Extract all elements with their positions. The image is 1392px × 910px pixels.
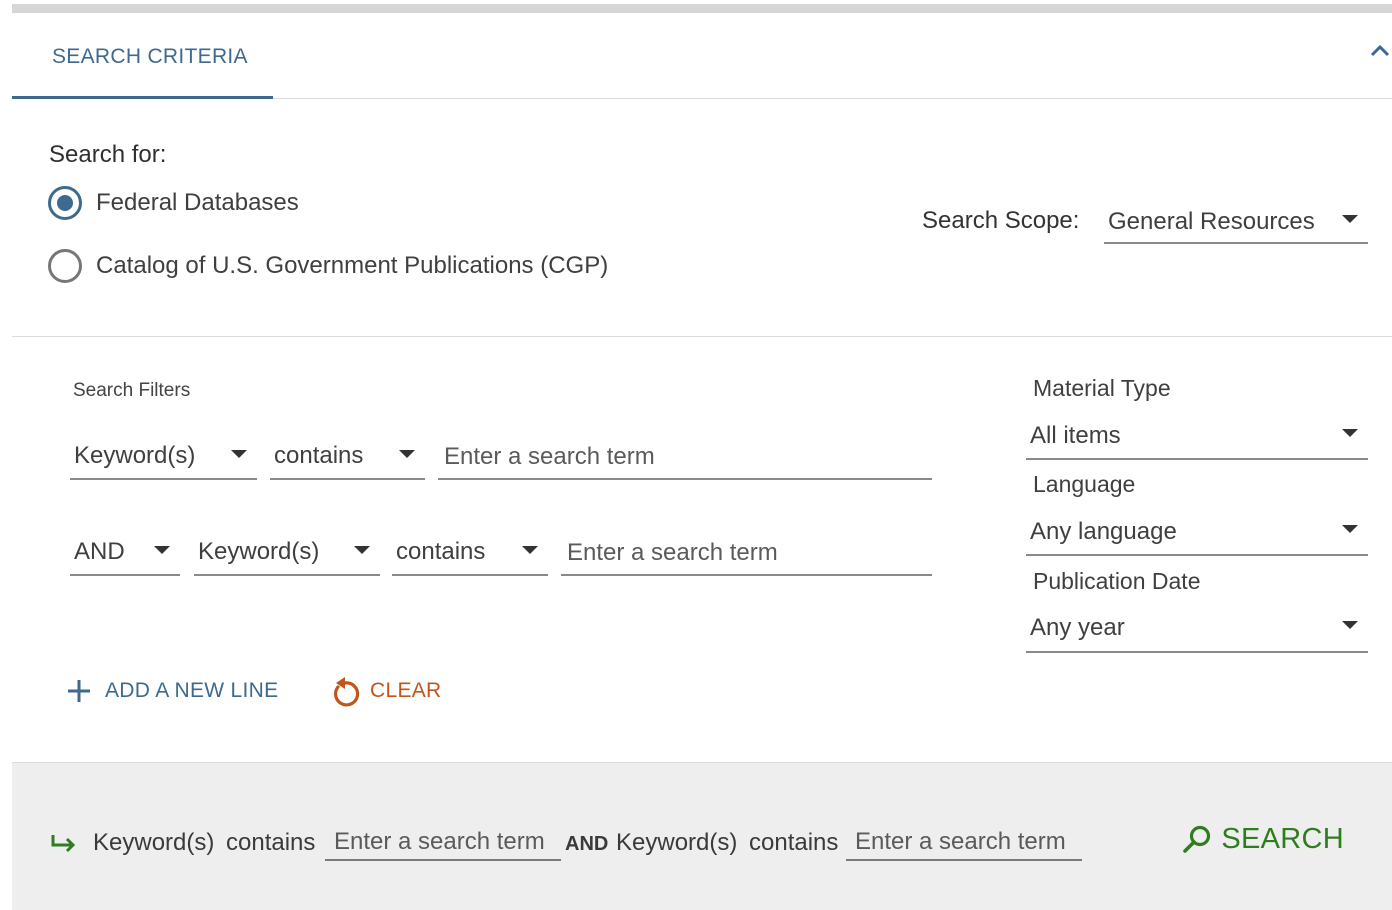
language-label: Language (1033, 471, 1136, 497)
search-for-label: Search for: (49, 141, 167, 168)
summary-term-1-text: Enter a search term (334, 828, 545, 855)
line1-field-select[interactable]: Keyword(s) (70, 436, 257, 480)
line1-operator-select[interactable]: contains (270, 436, 425, 480)
line2-boolean-value: AND (74, 538, 125, 565)
search-button[interactable]: SEARCH (1181, 823, 1344, 856)
summary-operator-1: contains (226, 829, 316, 856)
summary-boolean: AND (565, 833, 609, 855)
caret-down-icon (154, 546, 170, 554)
summary-field-2: Keyword(s) (616, 829, 738, 856)
line2-field-select[interactable]: Keyword(s) (194, 532, 380, 576)
publication-date-value: Any year (1030, 614, 1125, 641)
radio-federal-databases[interactable]: Federal Databases (48, 186, 299, 220)
search-button-label: SEARCH (1221, 823, 1344, 855)
clear-button[interactable]: CLEAR (330, 674, 442, 708)
material-type-select[interactable]: All items (1026, 414, 1368, 460)
publication-date-label: Publication Date (1033, 568, 1201, 594)
summary-term-2[interactable]: Enter a search term (846, 821, 1082, 861)
summary-operator-2: contains (749, 829, 839, 856)
reset-icon (333, 677, 360, 707)
section-divider (12, 336, 1392, 337)
summary-field-1: Keyword(s) (93, 829, 215, 856)
line1-search-field[interactable] (438, 436, 932, 478)
line2-operator-select[interactable]: contains (392, 532, 548, 576)
line2-operator-value: contains (396, 538, 486, 565)
caret-down-icon (399, 450, 415, 458)
caret-down-icon (1342, 525, 1358, 533)
line2-search-field[interactable] (561, 532, 932, 574)
add-new-line-button[interactable]: ADD A NEW LINE (66, 678, 278, 704)
publication-date-select[interactable]: Any year (1026, 606, 1368, 653)
top-strip (12, 4, 1392, 13)
caret-down-icon (522, 546, 538, 554)
chevron-up-icon[interactable] (1368, 39, 1392, 63)
search-summary-bar: Keyword(s) contains Enter a search term … (12, 762, 1392, 910)
line1-search-input[interactable] (438, 436, 932, 480)
line2-field-value: Keyword(s) (198, 538, 320, 565)
line1-field-value: Keyword(s) (74, 442, 196, 469)
plus-icon (68, 680, 90, 702)
line2-boolean-select[interactable]: AND (70, 532, 180, 576)
tab-search-criteria-label: SEARCH CRITERIA (52, 45, 248, 68)
radio-unchecked-icon[interactable] (48, 249, 82, 283)
language-select[interactable]: Any language (1026, 510, 1368, 556)
summary-term-1[interactable]: Enter a search term (325, 821, 561, 861)
caret-down-icon (231, 450, 247, 458)
radio-checked-icon[interactable] (48, 186, 82, 220)
radio-cgp[interactable]: Catalog of U.S. Government Publications … (48, 249, 608, 283)
search-icon (1183, 825, 1211, 853)
search-scope-label: Search Scope: (922, 207, 1080, 234)
clear-label: CLEAR (370, 679, 442, 702)
search-scope-value: General Resources (1108, 208, 1315, 235)
tab-search-criteria[interactable]: SEARCH CRITERIA (12, 13, 273, 99)
line1-operator-value: contains (274, 442, 364, 469)
arrow-return-right-icon (51, 835, 76, 853)
radio-federal-databases-label: Federal Databases (96, 189, 299, 216)
summary-term-2-text: Enter a search term (855, 828, 1066, 855)
caret-down-icon (1342, 429, 1358, 437)
material-type-label: Material Type (1033, 375, 1171, 401)
caret-down-icon (354, 546, 370, 554)
material-type-value: All items (1030, 422, 1121, 449)
language-value: Any language (1030, 518, 1177, 545)
caret-down-icon (1342, 215, 1358, 223)
search-filters-label: Search Filters (73, 380, 191, 401)
line2-search-input[interactable] (561, 532, 932, 576)
search-scope-select[interactable]: General Resources (1104, 200, 1368, 244)
add-new-line-label: ADD A NEW LINE (105, 679, 279, 702)
radio-cgp-label: Catalog of U.S. Government Publications … (96, 252, 609, 279)
caret-down-icon (1342, 621, 1358, 629)
search-criteria-header: SEARCH CRITERIA (12, 13, 1392, 99)
